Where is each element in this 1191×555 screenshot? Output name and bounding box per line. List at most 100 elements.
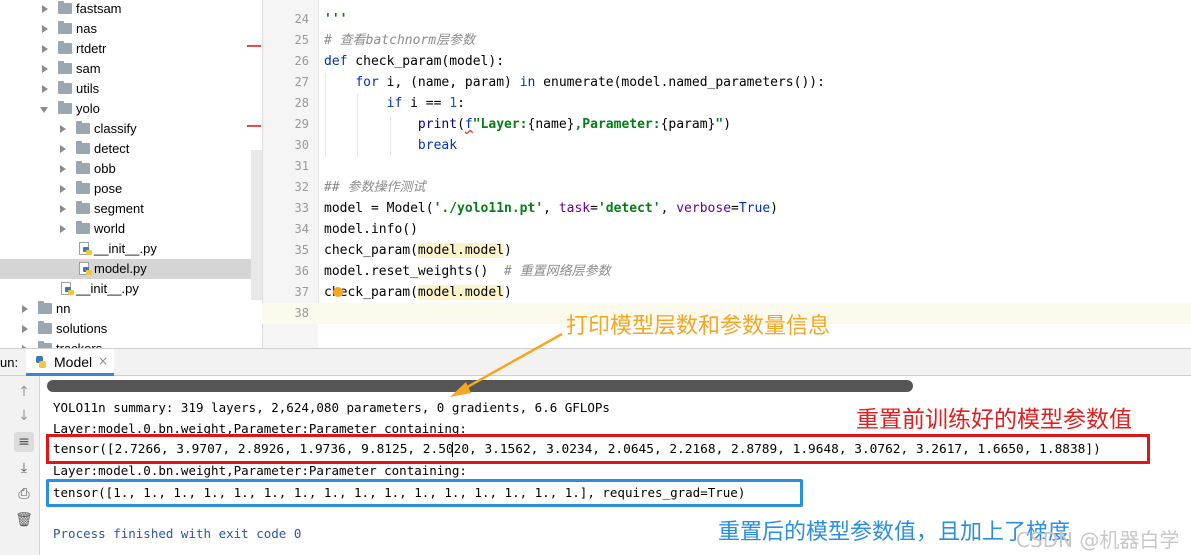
- fstring-field: {name}: [527, 117, 575, 132]
- change-marker: [247, 45, 261, 47]
- arrow-up-icon[interactable]: ↑: [14, 382, 34, 402]
- line-number: 37: [294, 285, 309, 299]
- console-horizontal-scrollbar[interactable]: [47, 380, 913, 392]
- tree-item-label: segment: [94, 201, 144, 216]
- intention-bulb-icon[interactable]: [333, 287, 343, 297]
- code-text: model.info(): [324, 222, 418, 237]
- tree-item-label: solutions: [56, 321, 108, 336]
- run-panel-label: un:: [0, 355, 19, 370]
- tree-item-label: __init__.py: [76, 281, 139, 296]
- tree-item[interactable]: sam: [0, 59, 262, 79]
- folder-icon: [58, 41, 72, 54]
- chevron-right-icon[interactable]: [57, 199, 69, 219]
- change-marker: [247, 125, 261, 127]
- chevron-down-icon[interactable]: [39, 99, 51, 119]
- tree-item-label: rtdetr: [76, 41, 107, 56]
- chevron-right-icon[interactable]: [19, 299, 31, 319]
- tree-item[interactable]: obb: [0, 159, 262, 179]
- chevron-right-icon[interactable]: [57, 139, 69, 159]
- line-number: 26: [294, 54, 309, 68]
- tree-item[interactable]: rtdetr: [0, 39, 262, 59]
- chevron-right-icon[interactable]: [57, 119, 69, 139]
- fstring-field: {param}: [660, 117, 716, 132]
- keyword-break: break: [417, 138, 458, 153]
- tree-scrollbar[interactable]: [251, 150, 262, 300]
- tree-item[interactable]: utils: [0, 79, 262, 99]
- tree-item[interactable]: fastsam: [0, 0, 262, 19]
- keyword-for: for: [355, 75, 379, 90]
- folder-icon: [58, 101, 72, 114]
- folder-icon: [58, 1, 72, 14]
- line-number: 29: [294, 117, 309, 131]
- code-line-25: # 查看batchnorm层参数: [324, 30, 475, 51]
- tab-model-run[interactable]: Model ×: [26, 349, 114, 376]
- number-literal: 1: [449, 96, 458, 111]
- line-number: 36: [294, 264, 309, 278]
- keyword-def: def: [324, 54, 348, 69]
- run-toolbar: ↑ ↓ ≡ ⤓ ⎙ 🗑: [0, 376, 40, 555]
- tree-item[interactable]: classify: [0, 119, 262, 139]
- folder-icon: [58, 81, 72, 94]
- chevron-right-icon[interactable]: [19, 319, 31, 339]
- arrow-down-icon[interactable]: ↓: [14, 406, 34, 426]
- folder-icon: [58, 61, 72, 74]
- fstring-prefix: f: [464, 117, 473, 132]
- run-panel-header: un: Model ×: [0, 348, 1191, 376]
- keyword-true: True: [738, 201, 771, 216]
- tree-item[interactable]: segment: [0, 199, 262, 219]
- string-literal: ,Parameter:: [574, 117, 661, 132]
- soft-wrap-icon[interactable]: ≡: [14, 432, 34, 452]
- keyword-arg: task: [558, 201, 591, 216]
- chevron-right-icon[interactable]: [39, 0, 51, 19]
- chevron-right-icon[interactable]: [19, 339, 31, 348]
- line-number: 32: [294, 180, 309, 194]
- comment: # 重置网络层参数: [504, 264, 611, 279]
- line-number: 35: [294, 243, 309, 257]
- tree-item[interactable]: __init__.py: [0, 279, 262, 299]
- chevron-right-icon[interactable]: [39, 19, 51, 39]
- folder-icon: [76, 161, 90, 174]
- chevron-right-icon[interactable]: [39, 39, 51, 59]
- tree-item[interactable]: world: [0, 219, 262, 239]
- close-icon[interactable]: ×: [98, 354, 108, 368]
- line-number: 24: [294, 12, 309, 26]
- comment: ## 参数操作测试: [324, 180, 426, 195]
- string-literal: './yolo11n.pt': [433, 201, 544, 216]
- tree-item-label: yolo: [76, 101, 100, 116]
- tree-item[interactable]: detect: [0, 139, 262, 159]
- trash-icon[interactable]: 🗑: [14, 510, 34, 530]
- keyword-if: if: [386, 96, 403, 111]
- print-icon[interactable]: ⎙: [14, 484, 34, 504]
- code-text: (: [457, 117, 465, 132]
- chevron-right-icon[interactable]: [39, 79, 51, 99]
- tree-item[interactable]: nn: [0, 299, 262, 319]
- tree-item[interactable]: yolo: [0, 99, 262, 119]
- project-tree: fastsam nas rtdetr sam utils yolo classify dete…: [0, 0, 262, 348]
- chevron-right-icon[interactable]: [57, 179, 69, 199]
- tab-label: Model: [54, 354, 93, 370]
- python-file-icon: [79, 262, 92, 276]
- code-line-27: for i, (name, param) in enumerate(model.…: [324, 72, 825, 93]
- watermark: CSDN @机器白学: [1016, 528, 1180, 552]
- tree-item[interactable]: nas: [0, 19, 262, 39]
- chevron-right-icon[interactable]: [57, 159, 69, 179]
- folder-icon: [58, 21, 72, 34]
- tree-item[interactable]: trackers: [0, 339, 262, 348]
- scroll-to-end-icon[interactable]: ⤓: [14, 458, 34, 478]
- tree-item[interactable]: __init__.py: [0, 239, 262, 259]
- code-line-35: check_param(model.model): [324, 240, 512, 261]
- line-number: 38: [294, 306, 309, 320]
- string-literal: 'detect': [597, 201, 661, 216]
- chevron-right-icon[interactable]: [57, 219, 69, 239]
- tree-item[interactable]: model.py: [0, 259, 262, 279]
- folder-icon: [38, 321, 52, 334]
- tree-item[interactable]: solutions: [0, 319, 262, 339]
- folder-icon: [38, 301, 52, 314]
- folder-icon: [76, 121, 90, 134]
- tree-item-label: pose: [94, 181, 123, 196]
- tree-item[interactable]: pose: [0, 179, 262, 199]
- code-line-30: break: [324, 135, 457, 156]
- chevron-right-icon[interactable]: [39, 59, 51, 79]
- console-exit-line: Process finished with exit code 0: [53, 526, 302, 541]
- tree-item-label: world: [94, 221, 126, 236]
